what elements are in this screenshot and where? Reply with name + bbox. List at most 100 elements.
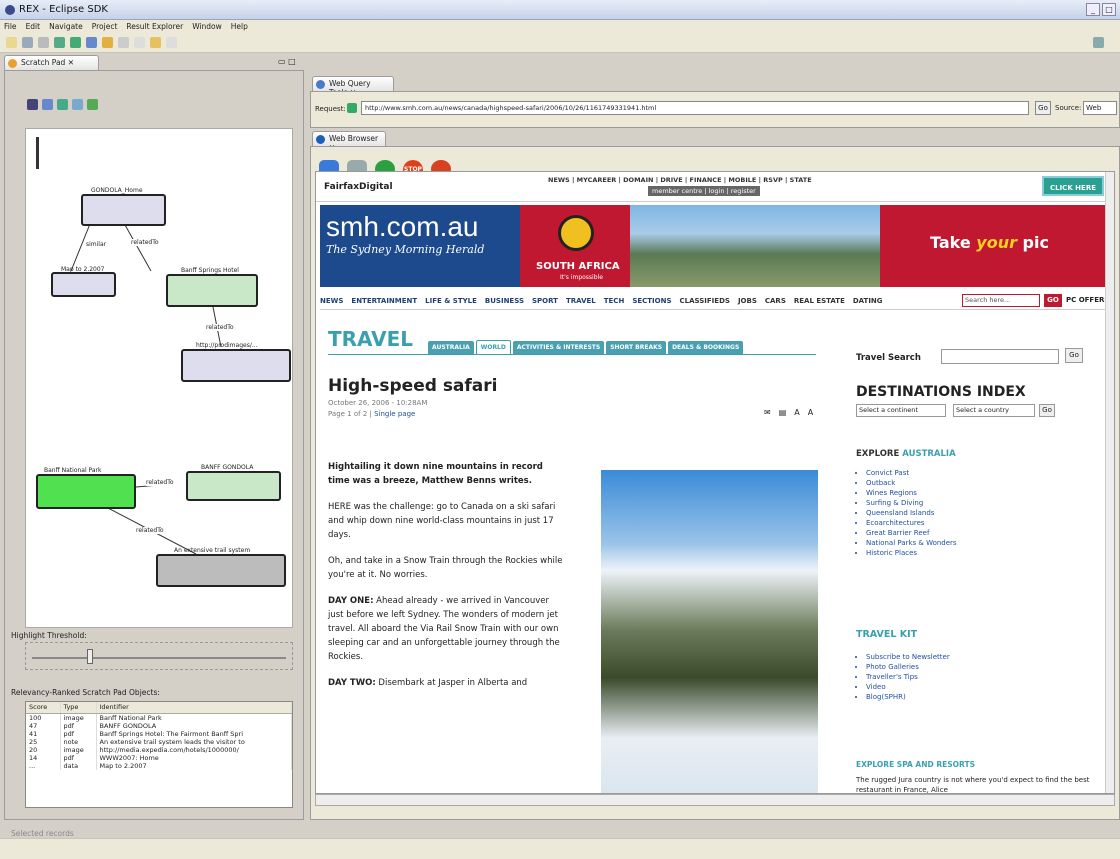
tab-scratch-pad[interactable]: Scratch Pad ✕ (4, 55, 99, 70)
graph-canvas[interactable]: GONDOLA_Home Map to 2.2007 Banff Springs… (25, 128, 293, 628)
table-row[interactable]: 25 note An extensive trail system leads th… (26, 737, 292, 746)
site-search-go[interactable]: GO (1044, 294, 1062, 307)
graph-node-gondola[interactable] (81, 194, 166, 226)
query-go-button[interactable]: Go (1035, 101, 1051, 115)
list-item[interactable]: Photo Galleries (866, 662, 950, 672)
list-item[interactable]: Convict Past (866, 468, 957, 478)
graph-node-prodimages[interactable] (181, 349, 291, 382)
list-item[interactable]: Surfing & Diving (866, 498, 957, 508)
table-row[interactable]: ... data Map to 2.2007 (26, 761, 292, 770)
vertical-scrollbar[interactable] (1105, 172, 1114, 793)
slider-thumb[interactable] (87, 649, 93, 664)
table-row[interactable]: 20 image http://media.expedia.com/hotels/1… (26, 745, 292, 754)
email-icon[interactable]: ✉ (764, 408, 771, 417)
click-here-ad[interactable]: CLICK HERE (1042, 176, 1104, 196)
nav-classifieds[interactable]: CLASSIFIEDS (680, 297, 730, 305)
list-item[interactable]: Traveller's Tips (866, 672, 950, 682)
single-page-link[interactable]: Single page (374, 410, 415, 418)
ranked-table[interactable]: Score Type Identifier 100 image Banff Nati… (25, 701, 293, 808)
text-larger-icon[interactable]: A (808, 408, 813, 417)
tab-web-browser[interactable]: Web Browser ✕ (312, 131, 386, 152)
member-links[interactable]: member centre | login | register (648, 186, 760, 196)
travel-search-go[interactable]: Go (1065, 348, 1083, 363)
smh-logo[interactable]: smh.com.au The Sydney Morning Herald (320, 205, 520, 287)
nav-life-style[interactable]: LIFE & STYLE (425, 297, 477, 305)
minimize-button[interactable]: _ (1086, 3, 1100, 16)
tab-deals[interactable]: DEALS & BOOKINGS (668, 341, 744, 354)
print-icon[interactable] (38, 37, 49, 48)
col-identifier[interactable]: Identifier (96, 702, 292, 714)
graph-node-trail-note[interactable] (156, 554, 286, 587)
folder-icon[interactable] (102, 37, 113, 48)
link-icon[interactable] (57, 99, 68, 110)
destinations-go[interactable]: Go (1039, 404, 1055, 417)
list-item[interactable]: Blog(SPHR) (866, 692, 950, 702)
col-score[interactable]: Score (26, 702, 61, 714)
nav-cars[interactable]: CARS (765, 297, 786, 305)
tab-australia[interactable]: AUSTRALIA (428, 341, 474, 354)
pc-offers-link[interactable]: PC OFFERS (1066, 296, 1109, 304)
list-item[interactable]: Queensland Islands (866, 508, 957, 518)
package-icon[interactable] (86, 37, 97, 48)
nav-jobs[interactable]: JOBS (738, 297, 757, 305)
table-row[interactable]: 41 pdf Banff Springs Hotel: The Fairmont B… (26, 729, 292, 738)
web-page[interactable]: FairfaxDigital NEWS | MYCAREER | DOMAIN … (315, 171, 1115, 794)
tab-web-query-tools[interactable]: Web Query Tools ✕ (312, 76, 394, 97)
pin-icon[interactable] (27, 99, 38, 110)
text-smaller-icon[interactable]: A (794, 408, 799, 417)
maximize-button[interactable]: □ (1102, 3, 1116, 16)
tab-short-breaks[interactable]: SHORT BREAKS (606, 341, 667, 354)
debug-icon[interactable] (54, 37, 65, 48)
nav-sections[interactable]: SECTIONS (632, 297, 671, 305)
graph-node-banff-park[interactable] (36, 474, 136, 509)
nav-dating[interactable]: DATING (853, 297, 883, 305)
travel-search-input[interactable] (941, 349, 1059, 364)
list-item[interactable]: Wines Regions (866, 488, 957, 498)
source-select[interactable]: Web (1083, 101, 1117, 115)
save-icon[interactable] (22, 37, 33, 48)
print-icon[interactable]: ▤ (779, 408, 787, 417)
refresh-icon[interactable] (72, 99, 83, 110)
url-input[interactable]: http://www.smh.com.au/news/canada/highsp… (361, 101, 1029, 115)
nav-entertainment[interactable]: ENTERTAINMENT (351, 297, 417, 305)
list-item[interactable]: Great Barrier Reef (866, 528, 957, 538)
nav-tech[interactable]: TECH (604, 297, 625, 305)
menu-navigate[interactable]: Navigate (49, 22, 83, 31)
edit-icon[interactable] (134, 37, 145, 48)
list-item[interactable]: Subscribe to Newsletter (866, 652, 950, 662)
threshold-slider[interactable] (25, 642, 293, 670)
tab-world[interactable]: WORLD (475, 340, 511, 355)
forward-icon[interactable] (150, 37, 161, 48)
graph-node-banff-gondola[interactable] (186, 471, 281, 501)
continent-select[interactable]: Select a continent (856, 404, 946, 417)
graph-node-map[interactable] (51, 272, 116, 297)
graph-node-banff-springs[interactable] (166, 274, 258, 307)
menu-edit[interactable]: Edit (26, 22, 41, 31)
search-icon[interactable] (118, 37, 129, 48)
add-icon[interactable] (42, 99, 53, 110)
list-item[interactable]: Outback (866, 478, 957, 488)
top-links[interactable]: NEWS | MYCAREER | DOMAIN | DRIVE | FINAN… (548, 176, 812, 184)
nav-news[interactable]: NEWS (320, 297, 343, 305)
nav-sport[interactable]: SPORT (532, 297, 558, 305)
table-row[interactable]: 47 pdf BANFF GONDOLA (26, 721, 292, 730)
list-item[interactable]: Ecoarchitectures (866, 518, 957, 528)
nav-travel[interactable]: TRAVEL (566, 297, 596, 305)
nav-real-estate[interactable]: REAL ESTATE (794, 297, 845, 305)
fairfax-logo[interactable]: FairfaxDigital (324, 182, 393, 192)
south-africa-ad[interactable]: SOUTH AFRICA It's impossible Take your p… (520, 205, 1106, 287)
menu-result-explorer[interactable]: Result Explorer (126, 22, 183, 31)
col-type[interactable]: Type (60, 702, 97, 714)
back-icon[interactable] (166, 37, 177, 48)
horizontal-scrollbar[interactable] (315, 794, 1115, 806)
country-select[interactable]: Select a country (953, 404, 1035, 417)
nav-business[interactable]: BUSINESS (485, 297, 524, 305)
export-icon[interactable] (87, 99, 98, 110)
list-item[interactable]: Video (866, 682, 950, 692)
menu-file[interactable]: File (4, 22, 17, 31)
menu-window[interactable]: Window (192, 22, 222, 31)
table-row[interactable]: 14 pdf WWW2007: Home (26, 753, 292, 762)
list-item[interactable]: National Parks & Wonders (866, 538, 957, 548)
list-item[interactable]: Historic Places (866, 548, 957, 558)
run-icon[interactable] (70, 37, 81, 48)
